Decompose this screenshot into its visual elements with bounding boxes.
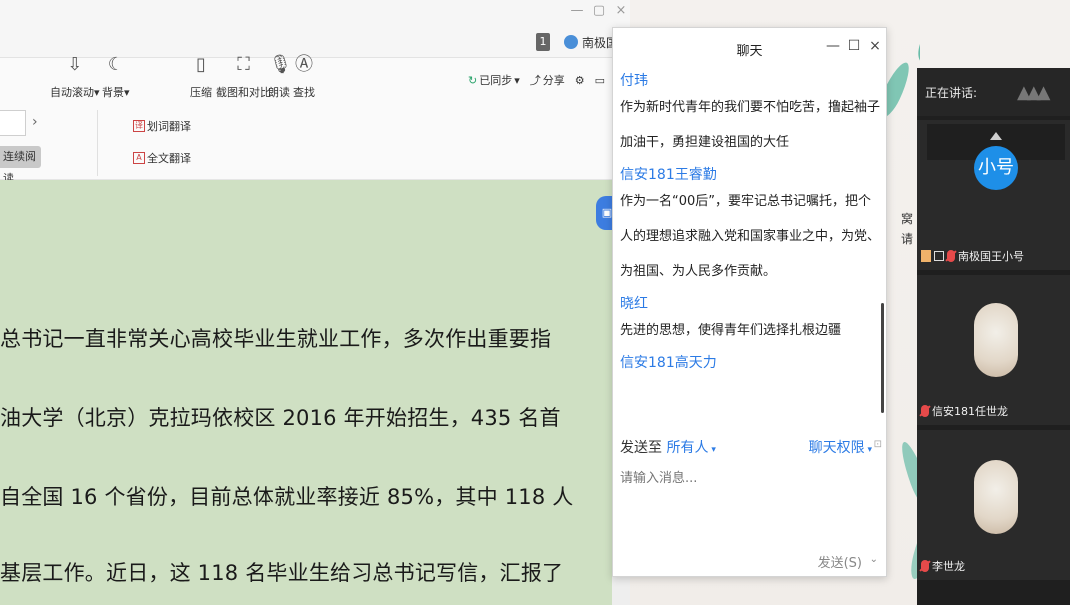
page-number-input[interactable] <box>0 110 26 136</box>
leaf-shape <box>909 0 920 72</box>
continuous-read-button[interactable]: 连续阅读 <box>0 146 41 185</box>
send-target-row: 发送至 所有人 ▾ 聊天权限 ▾ ⊡ <box>620 437 882 459</box>
screenshot-icon: ⛶ <box>237 54 250 75</box>
word-translate-icon: 译 <box>133 120 145 132</box>
document-text-line: 总书记一直非常关心高校毕业生就业工作，多次作出重要指 <box>0 327 552 351</box>
speaking-label: 正在讲话: <box>925 86 978 100</box>
pdf-viewer-window: — ▢ × 1 南极国 ↻已同步▾ ⤴分享 ⚙ ▭ ⋮ › 连续阅读 ⇩ 自动滚… <box>0 0 640 605</box>
app-logo-icon: ▲▲▲ <box>1017 82 1050 103</box>
document-text-line: 基层工作。近日，这 118 名毕业生给习总书记写信，汇报了 <box>0 561 564 585</box>
send-to-label: 发送至 <box>620 440 662 456</box>
message-text: 作为一名“00后”，要牢记总书记嘱托，把个人的理想追求融入党和国家事业之中，为党… <box>620 194 881 279</box>
avatar <box>974 303 1018 377</box>
full-translate-icon: A <box>133 152 145 164</box>
auto-scroll-button[interactable]: ⇩ 自动滚动▾ <box>50 52 100 100</box>
viewer-restore-button[interactable]: ▢ <box>590 3 608 18</box>
chat-minimize-button[interactable]: — <box>826 38 840 54</box>
background-text: 窝 <box>901 212 914 226</box>
avatar: 小号 <box>974 146 1018 190</box>
send-to-dropdown[interactable]: 所有人 ▾ <box>666 440 715 456</box>
cloud-sync-icon: ↻ <box>468 73 478 87</box>
user-avatar-icon <box>564 35 578 49</box>
dropdown-caret-icon: ▾ <box>864 445 872 455</box>
chat-title: 聊天 <box>736 44 763 59</box>
chat-maximize-button[interactable]: ☐ <box>847 38 861 54</box>
chat-message: 晓红 先进的思想，使得青年们选择扎根边疆 <box>620 293 883 348</box>
muted-mic-icon <box>921 405 929 417</box>
message-sender[interactable]: 付玮 <box>620 70 883 90</box>
document-text-line: 油大学（北京）克拉玛依校区 2016 年开始招生，435 名首 <box>0 406 561 430</box>
muted-mic-icon <box>947 250 955 262</box>
send-options-chevron-icon[interactable]: ⌄ <box>870 554 878 565</box>
user-account-chip[interactable]: 南极国 <box>564 33 618 51</box>
message-text: 作为新时代青年的我们要不怕吃苦，撸起袖子加油干，勇担建设祖国的大任 <box>620 100 881 150</box>
participant-name-label: 南极国王小号 <box>921 248 1024 264</box>
chat-header: 聊天 — ☐ × <box>613 28 886 66</box>
chat-permissions-dropdown[interactable]: 聊天权限 ▾ <box>809 437 872 457</box>
message-text: 先进的思想，使得青年们选择扎根边疆 <box>620 323 842 338</box>
tab-count-badge[interactable]: 1 <box>536 33 550 51</box>
share-icon: ⤴ <box>529 74 541 87</box>
avatar <box>974 460 1018 534</box>
chat-window: 聊天 — ☐ × 付玮 作为新时代青年的我们要不怕吃苦，撸起袖子加油干，勇担建设… <box>612 27 887 577</box>
participant-tile[interactable]: 信安181任世龙 <box>917 275 1070 425</box>
toolbar-top-actions: ↻已同步▾ ⤴分享 ⚙ ▭ ⋮ <box>468 72 626 88</box>
compress-button[interactable]: ▯ 压缩 <box>190 52 212 100</box>
camera-icon <box>934 251 944 261</box>
participant-tile[interactable]: 小号 南极国王小号 <box>917 120 1070 270</box>
screen-share-icon <box>921 250 931 262</box>
search-icon: Ⓐ <box>295 54 313 75</box>
dropdown-caret-icon: ▾ <box>708 445 716 455</box>
word-translate-button[interactable]: 译 划词翻译 <box>133 118 191 134</box>
viewer-minimize-button[interactable]: — <box>568 3 586 18</box>
chat-message: 信安181王睿勤 作为一名“00后”，要牢记总书记嘱托，把个人的理想追求融入党和… <box>620 164 883 289</box>
participant-name-label: 信安181任世龙 <box>921 403 1008 419</box>
participants-panel: 正在讲话: ▲▲▲ 小号 南极国王小号 信安181任世龙 李世龙 <box>917 68 1070 605</box>
speaking-header: 正在讲话: ▲▲▲ <box>917 68 1070 116</box>
read-aloud-button[interactable]: 🎙 朗读 <box>268 52 292 100</box>
screenshot-compare-button[interactable]: ⛶ 截图和对比 <box>216 52 271 100</box>
chat-scrollbar[interactable] <box>881 303 884 413</box>
viewer-titlebar: — ▢ × <box>0 0 640 26</box>
find-button[interactable]: Ⓐ 查找 <box>293 52 315 100</box>
microphone-icon: 🎙 <box>269 54 292 75</box>
char-count-icon: ⊡ <box>873 439 882 450</box>
background-text: 请 <box>901 232 914 246</box>
chat-message-input[interactable] <box>620 468 882 488</box>
sync-button[interactable]: ↻ 已同步 ▾ <box>468 72 520 88</box>
settings-icon[interactable]: ⚙ <box>575 74 585 87</box>
chat-message: 付玮 作为新时代青年的我们要不怕吃苦，撸起袖子加油干，勇担建设祖国的大任 <box>620 70 883 160</box>
compress-icon: ▯ <box>196 54 206 75</box>
share-button[interactable]: ⤴ 分享 <box>530 72 565 88</box>
next-page-chevron-icon[interactable]: › <box>32 114 38 130</box>
message-sender[interactable]: 信安181高天力 <box>620 352 883 372</box>
collapse-caret-icon[interactable] <box>990 132 1002 140</box>
participant-name-label: 李世龙 <box>921 558 965 574</box>
full-translate-button[interactable]: A 全文翻译 <box>133 150 191 166</box>
viewer-close-button[interactable]: × <box>612 3 630 18</box>
chat-close-button[interactable]: × <box>868 38 882 54</box>
toolbar-divider <box>97 110 98 176</box>
message-sender[interactable]: 晓红 <box>620 293 883 313</box>
participant-tile[interactable]: 李世龙 <box>917 430 1070 580</box>
send-button[interactable]: 发送(S) <box>818 552 862 571</box>
comment-icon[interactable]: ▭ <box>595 74 605 87</box>
moon-icon: ☾ <box>107 54 124 75</box>
chat-message: 信安181高天力 <box>620 352 883 372</box>
document-text-line: 自全国 16 个省份，目前总体就业率接近 85%，其中 118 人 <box>0 485 574 509</box>
message-sender[interactable]: 信安181王睿勤 <box>620 164 883 184</box>
background-button[interactable]: ☾ 背景▾ <box>102 52 130 100</box>
document-page: 总书记一直非常关心高校毕业生就业工作，多次作出重要指 油大学（北京）克拉玛依校区… <box>0 180 612 605</box>
muted-mic-icon <box>921 560 929 572</box>
auto-scroll-icon: ⇩ <box>67 54 83 75</box>
chat-message-list[interactable]: 付玮 作为新时代青年的我们要不怕吃苦，撸起袖子加油干，勇担建设祖国的大任 信安1… <box>613 66 883 448</box>
